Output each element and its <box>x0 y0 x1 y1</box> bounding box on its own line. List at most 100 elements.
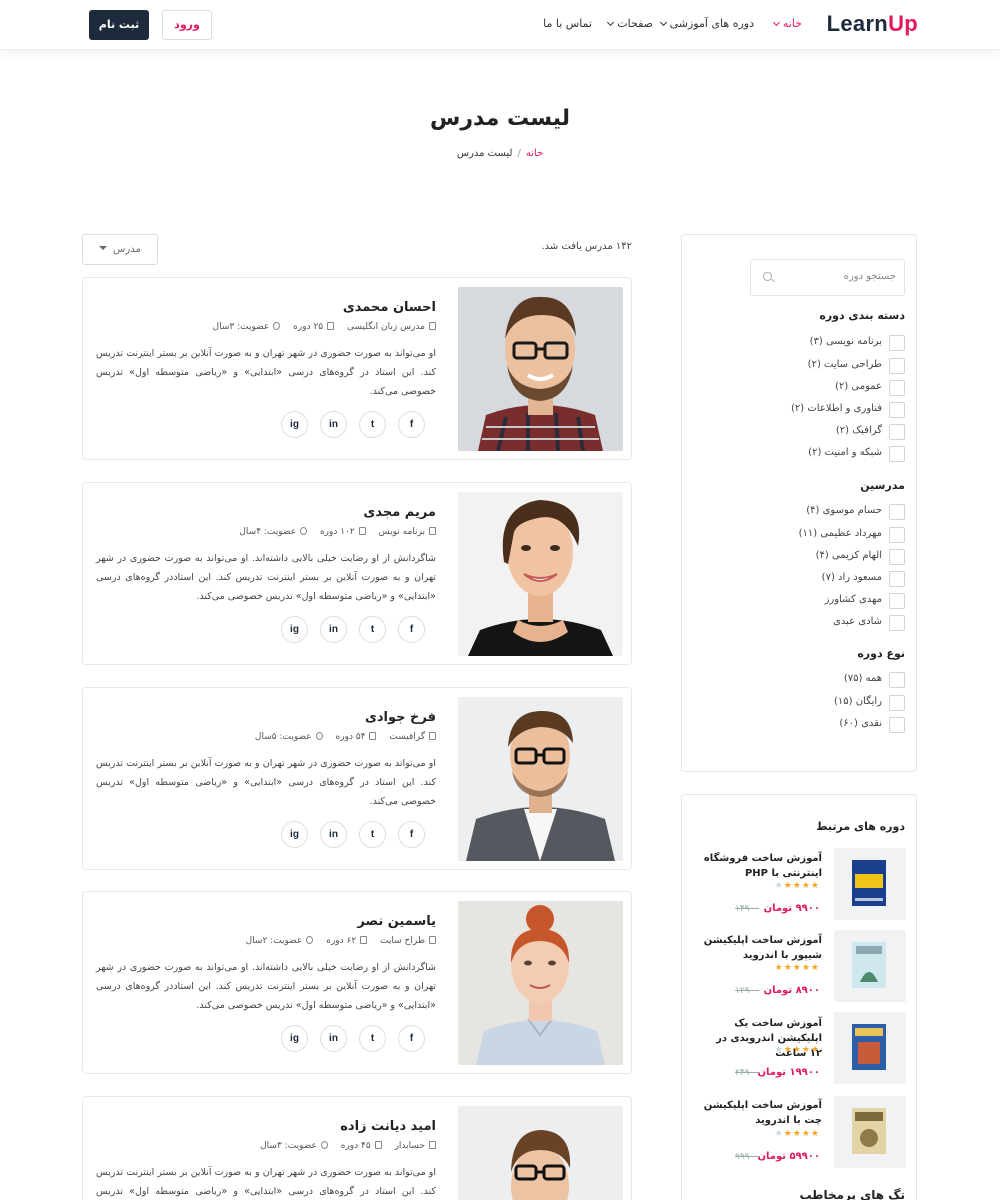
category-checkbox[interactable] <box>889 380 905 396</box>
user-icon <box>300 527 308 535</box>
instructor-bio: او می‌تواند به صورت حضوری در شهر تهران و… <box>96 1167 436 1197</box>
course-thumbnail[interactable] <box>834 1096 906 1168</box>
category-label[interactable]: برنامه نویسی (۳) <box>810 336 882 347</box>
instagram-icon[interactable]: ig <box>281 616 308 643</box>
facebook-icon[interactable]: f <box>398 821 425 848</box>
instructor-checkbox[interactable] <box>889 571 905 587</box>
course-thumbnail[interactable] <box>834 930 906 1002</box>
instructor-name[interactable]: فرخ جوادی <box>365 710 436 725</box>
instructor-card[interactable]: فرخ جوادی گرافیست ۵۴ دوره عضویت: ۵سال او… <box>82 687 632 870</box>
video-icon <box>369 732 377 740</box>
logo[interactable]: LearnUp <box>827 11 918 37</box>
category-label[interactable]: گرافیک (۲) <box>836 425 882 436</box>
instructor-bio: او می‌تواند به صورت حضوری در شهر تهران و… <box>96 348 436 397</box>
instructor-photo[interactable] <box>458 492 623 656</box>
instructor-label[interactable]: الهام کریمی (۴) <box>816 550 882 561</box>
login-button[interactable]: ورود <box>162 10 212 40</box>
category-checkbox[interactable] <box>889 402 905 418</box>
instructor-name[interactable]: احسان محمدی <box>343 300 436 315</box>
instructor-checkbox[interactable] <box>889 615 905 631</box>
nav-courses[interactable]: دوره های آموزشی <box>659 17 754 30</box>
instructor-name[interactable]: مریم مجدی <box>363 505 436 520</box>
category-label[interactable]: عمومی (۲) <box>835 381 882 392</box>
category-checkbox[interactable] <box>889 424 905 440</box>
instructor-bio: شاگردانش از او رضایت خیلی بالایی داشته‌ا… <box>96 553 436 602</box>
book-cover <box>852 1108 886 1154</box>
category-label[interactable]: فناوری و اطلاعات (۲) <box>791 403 882 414</box>
nav-contact[interactable]: تماس با ما <box>543 17 592 30</box>
course-search-input[interactable]: جستجو دوره <box>750 259 905 296</box>
category-checkbox[interactable] <box>889 446 905 462</box>
instructor-label[interactable]: مهرداد عظیمی (۱۱) <box>799 528 882 539</box>
course-thumbnail[interactable] <box>834 848 906 920</box>
caret-down-icon <box>99 246 108 250</box>
instructor-card[interactable]: احسان محمدی مدرس زبان انگلیسی ۲۵ دوره عض… <box>82 277 632 460</box>
facebook-icon[interactable]: f <box>398 411 425 438</box>
video-icon <box>358 527 366 535</box>
category-checkbox[interactable] <box>889 335 905 351</box>
type-label[interactable]: نقدی (۶۰) <box>839 718 882 729</box>
instructor-meta: گرافیست ۵۴ دوره عضویت: ۵سال <box>245 732 436 742</box>
instructor-photo[interactable] <box>458 1106 623 1200</box>
related-course-title[interactable]: آموزش ساخت اپلیکیشن چت با اندروید <box>702 1098 822 1128</box>
course-thumbnail[interactable] <box>834 1012 906 1084</box>
type-label[interactable]: همه (۷۵) <box>844 673 882 684</box>
chevron-down-icon <box>607 18 615 27</box>
category-label[interactable]: شبکه و امنیت (۲) <box>808 447 882 458</box>
facebook-icon[interactable]: f <box>398 1025 425 1052</box>
instructor-meta: حسابدار ۴۵ دوره عضویت: ۳سال <box>250 1141 436 1151</box>
course-old-price: ۱۲۹۰۰ <box>735 986 760 996</box>
linkedin-icon[interactable]: in <box>320 821 347 848</box>
instructor-card[interactable]: یاسمین نصر طراح سایت ۶۲ دوره عضویت: ۲سال… <box>82 891 632 1074</box>
instagram-icon[interactable]: ig <box>281 411 308 438</box>
nav-home[interactable]: خانه <box>772 17 802 30</box>
category-label[interactable]: طراحی سایت (۲) <box>808 359 882 370</box>
briefcase-icon <box>429 527 436 535</box>
instagram-icon[interactable]: ig <box>281 1025 308 1052</box>
nav-pages[interactable]: صفحات <box>607 17 653 30</box>
linkedin-icon[interactable]: in <box>320 616 347 643</box>
sort-dropdown[interactable]: مدرس <box>82 234 158 265</box>
category-checkbox[interactable] <box>889 358 905 374</box>
type-checkbox[interactable] <box>889 717 905 733</box>
instructor-label[interactable]: مسعود راد (۷) <box>822 572 882 583</box>
instructor-checkbox[interactable] <box>889 504 905 520</box>
instructor-label[interactable]: شادی عبدی <box>833 616 882 627</box>
instructor-photo[interactable] <box>458 901 623 1065</box>
instructor-label[interactable]: مهدی کشاورز <box>825 594 882 605</box>
twitter-icon[interactable]: t <box>359 1025 386 1052</box>
instructor-card[interactable]: امید دیانت زاده حسابدار ۴۵ دوره عضویت: ۳… <box>82 1096 632 1200</box>
chevron-down-icon <box>659 18 667 27</box>
rating-stars: ★★★★★ <box>774 1045 820 1055</box>
related-course-title[interactable]: آموزش ساخت فروشگاه اینترنتی با PHP <box>702 851 822 881</box>
type-label[interactable]: رایگان (۱۵) <box>834 696 882 707</box>
user-icon <box>273 322 281 330</box>
instagram-icon[interactable]: ig <box>281 821 308 848</box>
instructor-checkbox[interactable] <box>889 527 905 543</box>
twitter-icon[interactable]: t <box>359 616 386 643</box>
categories-heading: دسته بندی دوره <box>819 309 905 322</box>
related-course-title[interactable]: آموزش ساخت اپلیکیشن شیپور با اندروید <box>702 933 822 963</box>
instructor-photo[interactable] <box>458 697 623 861</box>
course-price: ۹۹۰۰ تومان <box>763 903 820 914</box>
type-checkbox[interactable] <box>889 672 905 688</box>
linkedin-icon[interactable]: in <box>320 1025 347 1052</box>
twitter-icon[interactable]: t <box>359 821 386 848</box>
breadcrumb-home[interactable]: خانه <box>526 148 543 159</box>
type-checkbox[interactable] <box>889 695 905 711</box>
instructor-name[interactable]: یاسمین نصر <box>357 914 436 929</box>
instructor-name[interactable]: امید دیانت زاده <box>340 1119 436 1134</box>
instructor-card[interactable]: مریم مجدی برنامه نویس ۱۰۲ دوره عضویت: ۴س… <box>82 482 632 665</box>
instructor-label[interactable]: حسام موسوی (۴) <box>806 505 882 516</box>
linkedin-icon[interactable]: in <box>320 411 347 438</box>
course-price: ۸۹۰۰ تومان <box>763 985 820 996</box>
instructor-checkbox[interactable] <box>889 593 905 609</box>
instructor-photo[interactable] <box>458 287 623 451</box>
register-button[interactable]: ثبت نام <box>89 10 149 40</box>
course-old-price: ۲۴۹۰۰ <box>735 1068 760 1078</box>
twitter-icon[interactable]: t <box>359 411 386 438</box>
related-courses-heading: دوره های مرتبط <box>816 820 905 833</box>
search-icon[interactable] <box>763 272 772 281</box>
instructor-checkbox[interactable] <box>889 549 905 565</box>
facebook-icon[interactable]: f <box>398 616 425 643</box>
